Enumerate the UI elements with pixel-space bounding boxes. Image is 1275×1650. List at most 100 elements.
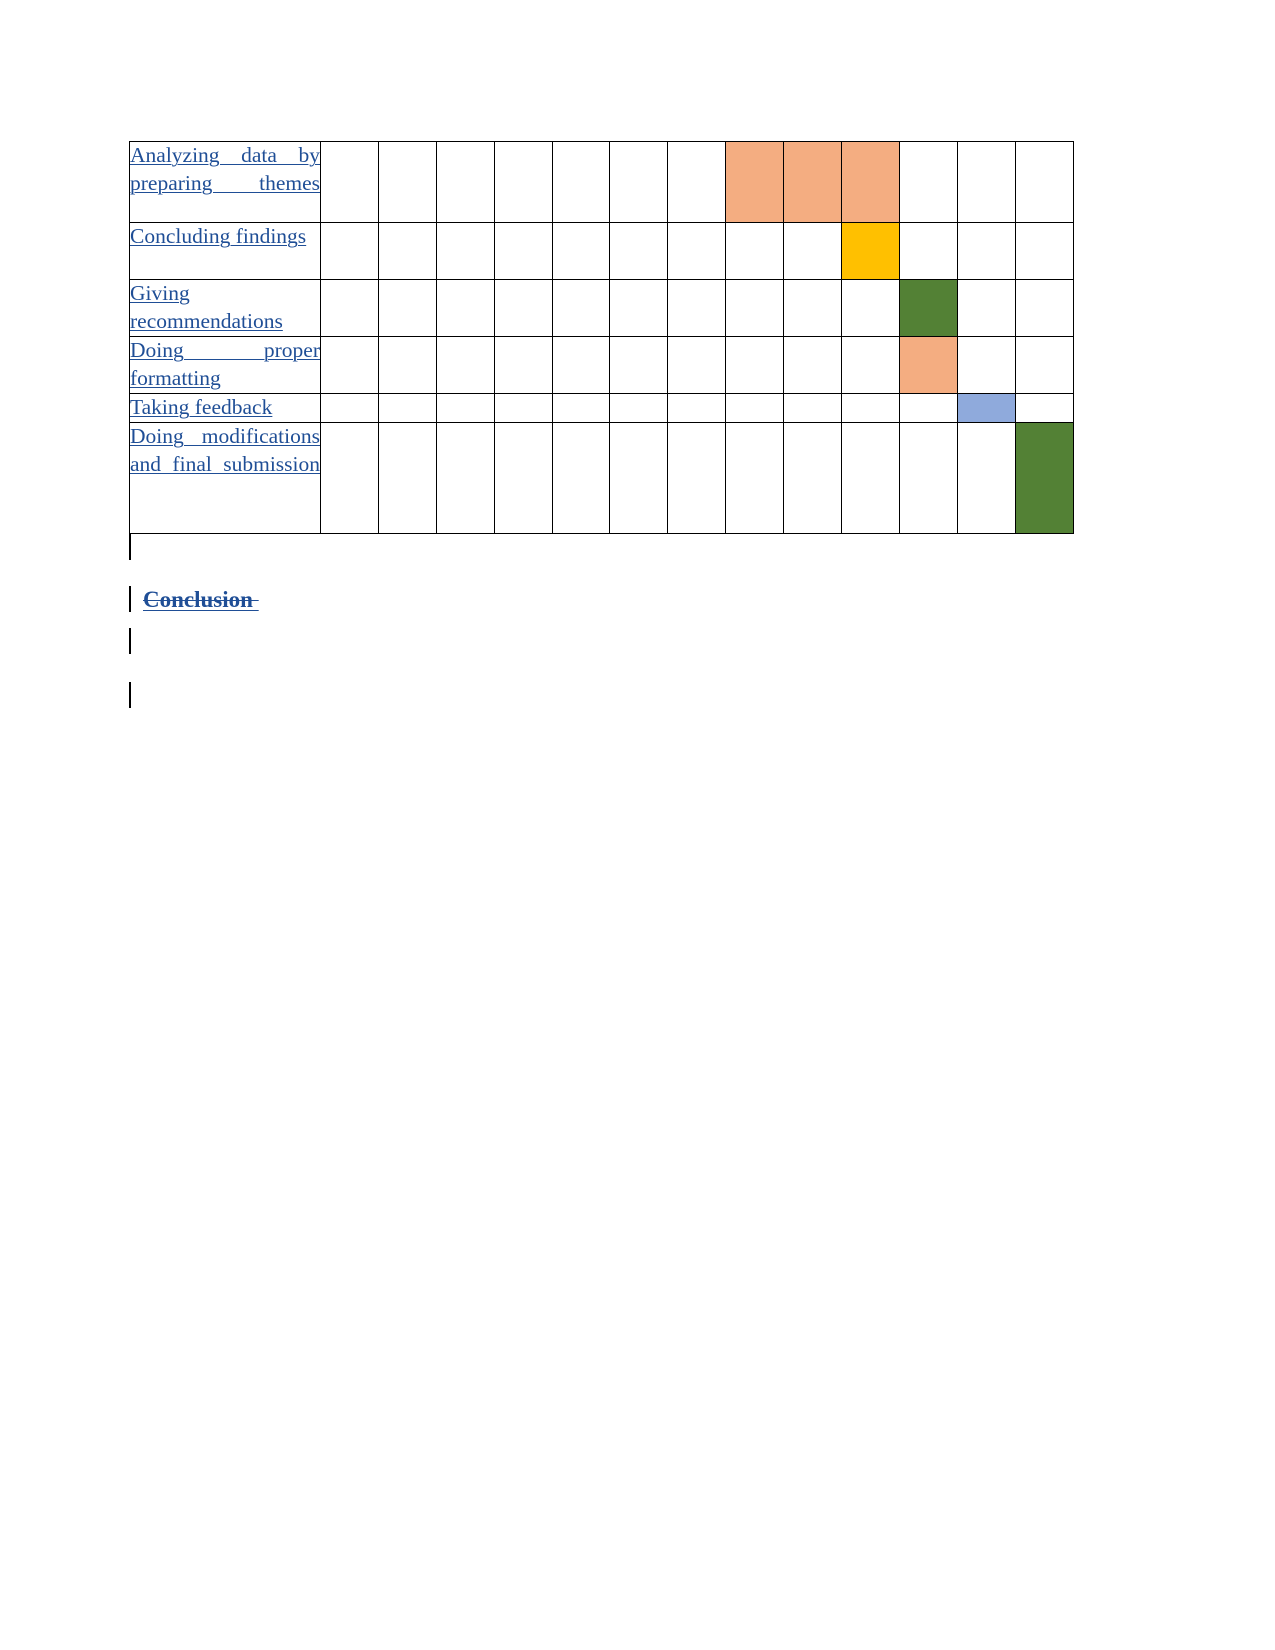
timeline-cell-r5c13[interactable] <box>1014 393 1074 423</box>
timeline-cell-r1c13[interactable] <box>1014 141 1074 223</box>
change-bar-1 <box>129 534 131 560</box>
timeline-cell-r2c13[interactable] <box>1014 222 1074 280</box>
timeline-cell-r6c12[interactable] <box>956 422 1016 534</box>
timeline-cell-r4c13[interactable] <box>1014 336 1074 394</box>
timeline-cell-r6c7[interactable] <box>667 422 727 534</box>
conclusion-heading: Conclusion <box>143 587 259 612</box>
schedule-table-body: Analyzing data by preparing themes Concl… <box>129 141 1074 534</box>
timeline-cell-r3c9[interactable] <box>783 279 843 337</box>
timeline-cell-r5c7[interactable] <box>667 393 727 423</box>
timeline-cell-r3c2[interactable] <box>377 279 437 337</box>
task-name-concluding-findings: Concluding findings <box>130 224 307 248</box>
timeline-cell-r4c9[interactable] <box>783 336 843 394</box>
timeline-cell-r2c10-filled[interactable] <box>841 222 900 280</box>
timeline-cell-r1c1[interactable] <box>320 141 379 223</box>
timeline-cell-r6c11[interactable] <box>898 422 958 534</box>
timeline-cell-r2c9[interactable] <box>783 222 843 280</box>
timeline-cell-r2c3[interactable] <box>435 222 495 280</box>
timeline-cell-r1c4[interactable] <box>493 141 553 223</box>
timeline-cell-r6c5[interactable] <box>551 422 611 534</box>
project-schedule-table: Analyzing data by preparing themes Concl… <box>129 141 1074 534</box>
task-label-cell: Giving recommendations <box>129 279 321 337</box>
timeline-cell-r1c6[interactable] <box>609 141 669 223</box>
timeline-cell-r1c9-filled[interactable] <box>783 141 843 223</box>
timeline-cell-r5c3[interactable] <box>435 393 495 423</box>
table-row[interactable]: Analyzing data by preparing themes <box>129 141 1074 223</box>
task-name-giving-recommendations: Giving recommendations <box>130 281 283 333</box>
timeline-cell-r6c1[interactable] <box>320 422 379 534</box>
task-label-cell: Taking feedback <box>129 393 321 423</box>
timeline-cell-r5c10[interactable] <box>841 393 900 423</box>
timeline-cell-r1c2[interactable] <box>377 141 437 223</box>
timeline-cell-r4c7[interactable] <box>667 336 727 394</box>
document-page: Analyzing data by preparing themes Concl… <box>0 0 1275 1650</box>
timeline-cell-r1c3[interactable] <box>435 141 495 223</box>
timeline-cell-r1c7[interactable] <box>667 141 727 223</box>
change-bar-2 <box>129 586 131 612</box>
timeline-cell-r2c6[interactable] <box>609 222 669 280</box>
timeline-cell-r1c5[interactable] <box>551 141 611 223</box>
change-bar-3 <box>129 628 131 654</box>
timeline-cell-r4c12[interactable] <box>956 336 1016 394</box>
timeline-cell-r1c12[interactable] <box>956 141 1016 223</box>
timeline-cell-r5c11[interactable] <box>898 393 958 423</box>
timeline-cell-r3c5[interactable] <box>551 279 611 337</box>
timeline-cell-r3c10[interactable] <box>841 279 900 337</box>
timeline-cell-r1c8-filled[interactable] <box>725 141 785 223</box>
timeline-cell-r2c8[interactable] <box>725 222 785 280</box>
timeline-cell-r4c8[interactable] <box>725 336 785 394</box>
table-row[interactable]: Concluding findings <box>129 222 1074 280</box>
timeline-cell-r4c6[interactable] <box>609 336 669 394</box>
timeline-cell-r5c6[interactable] <box>609 393 669 423</box>
timeline-cell-r6c2[interactable] <box>377 422 437 534</box>
timeline-cell-r2c12[interactable] <box>956 222 1016 280</box>
timeline-cell-r4c3[interactable] <box>435 336 495 394</box>
timeline-cell-r4c2[interactable] <box>377 336 437 394</box>
timeline-cell-r2c11[interactable] <box>898 222 958 280</box>
task-label-cell: Doing modifications and final submission <box>129 422 321 534</box>
timeline-cell-r6c8[interactable] <box>725 422 785 534</box>
timeline-cell-r3c1[interactable] <box>320 279 379 337</box>
task-name-taking-feedback: Taking feedback <box>130 395 273 419</box>
timeline-cell-r6c4[interactable] <box>493 422 553 534</box>
timeline-cell-r3c13[interactable] <box>1014 279 1074 337</box>
timeline-cell-r4c11-filled[interactable] <box>898 336 958 394</box>
timeline-cell-r5c4[interactable] <box>493 393 553 423</box>
timeline-cell-r5c12-filled[interactable] <box>956 393 1016 423</box>
timeline-cell-r2c7[interactable] <box>667 222 727 280</box>
timeline-cell-r3c7[interactable] <box>667 279 727 337</box>
table-row[interactable]: Doing proper formatting <box>129 336 1074 394</box>
timeline-cell-r2c5[interactable] <box>551 222 611 280</box>
timeline-cell-r4c1[interactable] <box>320 336 379 394</box>
table-row[interactable]: Doing modifications and final submission <box>129 422 1074 534</box>
timeline-cell-r6c13-filled[interactable] <box>1014 422 1074 534</box>
timeline-cell-r3c8[interactable] <box>725 279 785 337</box>
timeline-cell-r3c4[interactable] <box>493 279 553 337</box>
timeline-cell-r6c10[interactable] <box>841 422 900 534</box>
timeline-cell-r5c9[interactable] <box>783 393 843 423</box>
timeline-cell-r1c10-filled[interactable] <box>841 141 900 223</box>
task-label-cell: Concluding findings <box>129 222 321 280</box>
timeline-cell-r3c3[interactable] <box>435 279 495 337</box>
timeline-cell-r3c6[interactable] <box>609 279 669 337</box>
timeline-cell-r5c5[interactable] <box>551 393 611 423</box>
timeline-cell-r3c11-filled[interactable] <box>898 279 958 337</box>
timeline-cell-r2c4[interactable] <box>493 222 553 280</box>
timeline-cell-r4c10[interactable] <box>841 336 900 394</box>
timeline-cell-r5c1[interactable] <box>320 393 379 423</box>
task-name-analyzing-data: Analyzing data by preparing themes <box>130 143 320 195</box>
table-row[interactable]: Taking feedback <box>129 393 1074 423</box>
timeline-cell-r6c9[interactable] <box>783 422 843 534</box>
timeline-cell-r6c3[interactable] <box>435 422 495 534</box>
task-label-cell: Doing proper formatting <box>129 336 321 394</box>
timeline-cell-r4c4[interactable] <box>493 336 553 394</box>
timeline-cell-r1c11[interactable] <box>898 141 958 223</box>
timeline-cell-r5c2[interactable] <box>377 393 437 423</box>
timeline-cell-r6c6[interactable] <box>609 422 669 534</box>
timeline-cell-r2c2[interactable] <box>377 222 437 280</box>
timeline-cell-r2c1[interactable] <box>320 222 379 280</box>
timeline-cell-r3c12[interactable] <box>956 279 1016 337</box>
timeline-cell-r5c8[interactable] <box>725 393 785 423</box>
table-row[interactable]: Giving recommendations <box>129 279 1074 337</box>
timeline-cell-r4c5[interactable] <box>551 336 611 394</box>
